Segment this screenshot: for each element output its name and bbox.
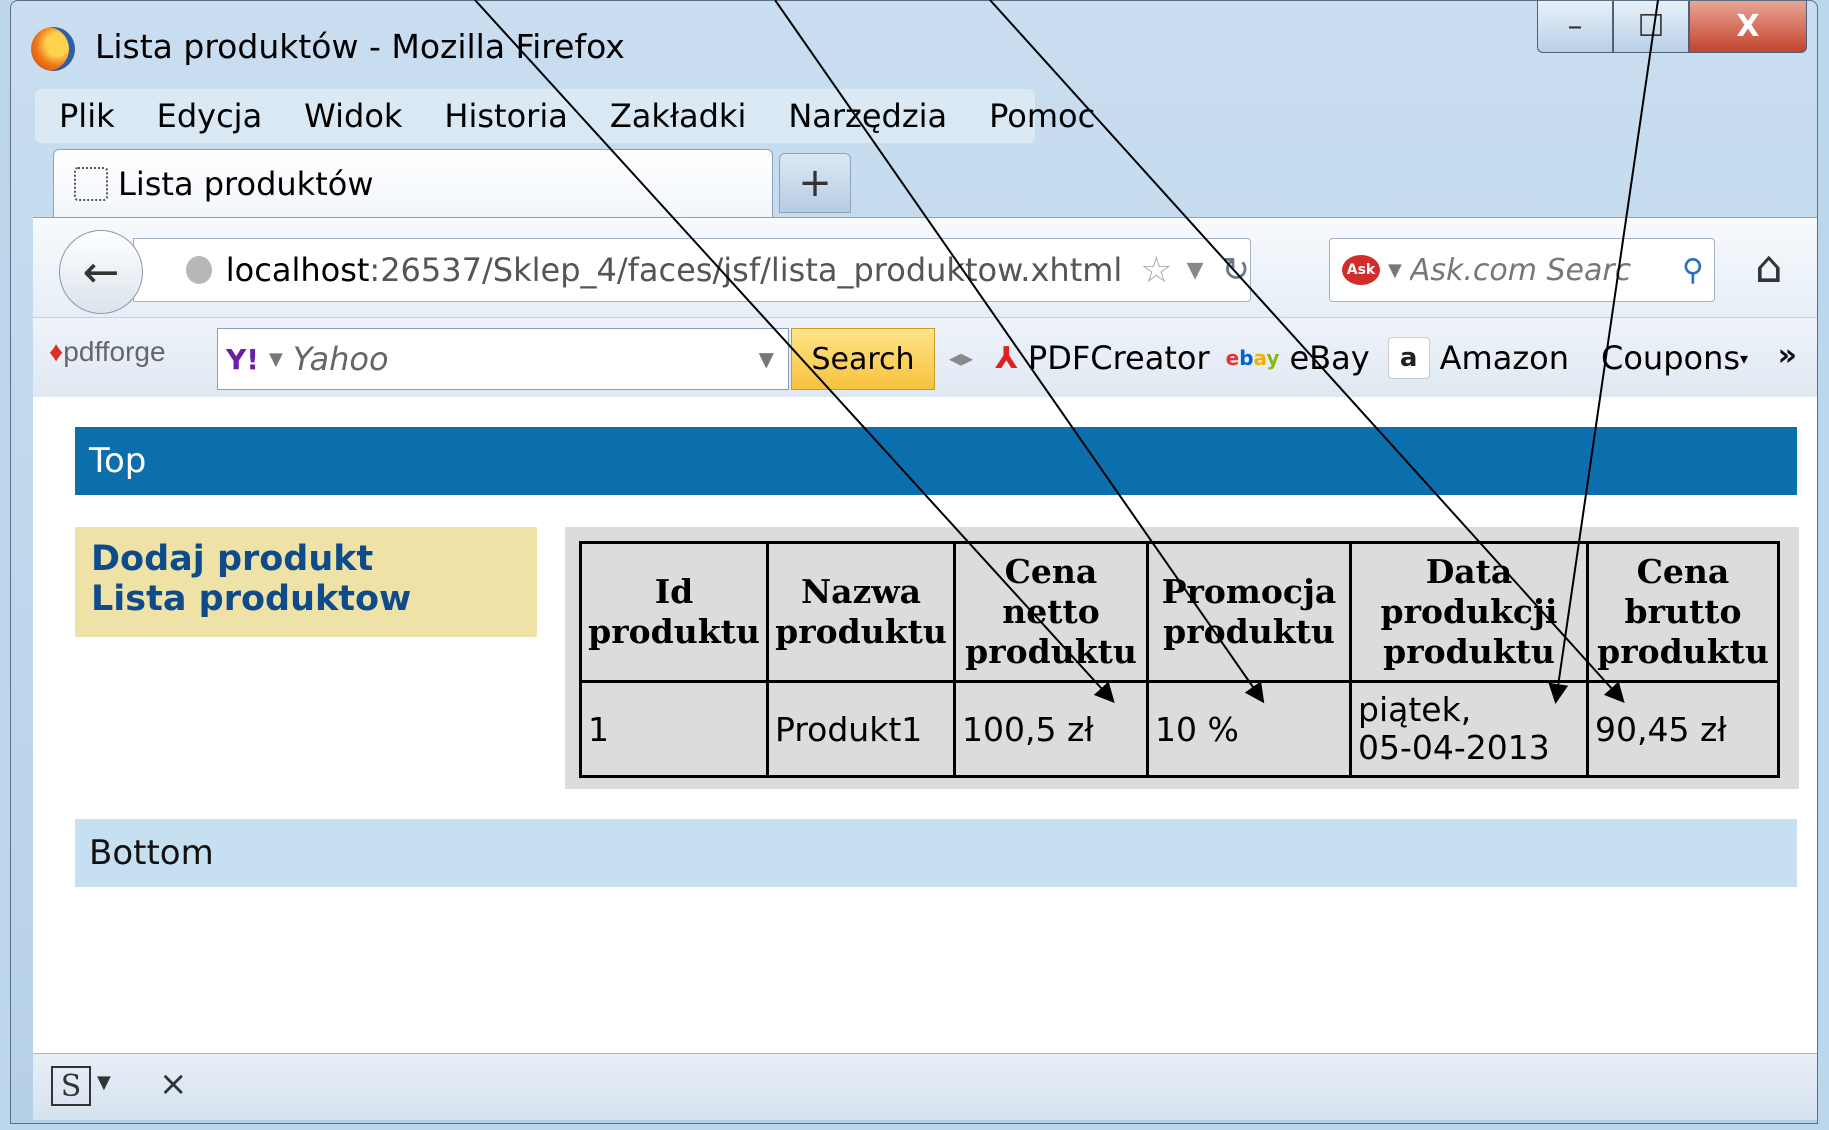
header-line: Nazwa	[800, 572, 922, 611]
home-icon[interactable]: ⌂	[1755, 242, 1783, 293]
close-button[interactable]: X	[1689, 1, 1807, 53]
header-line: netto	[1002, 592, 1100, 631]
pdfcreator-link[interactable]: PDFCreator	[1028, 339, 1210, 377]
separator-handle-icon: ◂▸	[949, 344, 974, 372]
navigation-bar: localhost:26537/Sklep_4/faces/jsf/lista_…	[33, 217, 1817, 318]
status-bar: S ▼ ×	[33, 1053, 1817, 1120]
search-box[interactable]: Ask ▼ Ask.com Searc ⚲	[1329, 238, 1715, 302]
header-line: produkcji	[1380, 592, 1558, 631]
search-engine-caret-icon[interactable]: ▼	[1388, 260, 1402, 281]
cell-net-price: 100,5 zł	[953, 680, 1149, 778]
page-content: Top Dodaj produkt Lista produktow Id prod…	[33, 397, 1817, 1053]
date-day: piątek,	[1358, 690, 1472, 729]
cell-promotion: 10 %	[1146, 680, 1352, 778]
top-band: Top	[75, 427, 1797, 495]
coupons-link[interactable]: Coupons	[1601, 339, 1740, 377]
ask-logo-icon[interactable]: Ask	[1342, 255, 1380, 285]
date-value: 05-04-2013	[1358, 728, 1550, 767]
tab-label: Lista produktów	[118, 164, 374, 203]
menu-narzedzia[interactable]: Narzędzia	[788, 97, 947, 135]
search-icon[interactable]: ⚲	[1682, 253, 1704, 288]
search-input[interactable]: Ask.com Searc	[1410, 253, 1682, 288]
page-icon	[74, 166, 108, 201]
header-line: produktu	[965, 632, 1137, 671]
amazon-link[interactable]: Amazon	[1440, 339, 1569, 377]
url-bar[interactable]: localhost:26537/Sklep_4/faces/jsf/lista_…	[133, 238, 1251, 302]
back-arrow-icon: ←	[82, 246, 120, 298]
coupons-caret-icon[interactable]: ▾	[1740, 349, 1748, 368]
header-net-price: Cena netto produktu	[953, 541, 1149, 683]
ebay-icon: ebay	[1225, 346, 1280, 370]
amazon-icon: a	[1387, 337, 1430, 379]
history-dropdown-icon[interactable]: ▼	[1187, 258, 1204, 283]
cell-name: Produkt1	[766, 680, 956, 778]
cell-production-date: piątek, 05-04-2013	[1349, 680, 1589, 778]
table-header-row: Id produktu Nazwa produktu Cena netto produk…	[579, 541, 1780, 683]
bottom-band: Bottom	[75, 819, 1797, 887]
header-line: produktu	[775, 612, 947, 651]
title-bar: Lista produktów - Mozilla Firefox – ☐ X	[11, 1, 1817, 93]
reload-icon[interactable]: ↻	[1222, 250, 1251, 290]
browser-window: Lista produktów - Mozilla Firefox – ☐ X …	[10, 0, 1818, 1124]
header-line: Id	[654, 572, 694, 611]
tab-lista-produktow[interactable]: Lista produktów	[53, 149, 773, 217]
cell-id: 1	[579, 680, 769, 778]
close-icon[interactable]: ×	[159, 1064, 188, 1104]
header-line: Data	[1425, 552, 1513, 591]
header-id: Id produktu	[579, 541, 769, 683]
yahoo-placeholder: Yahoo	[292, 340, 389, 378]
window-controls: – ☐ X	[1537, 1, 1807, 57]
bookmark-star-icon[interactable]: ☆	[1140, 250, 1172, 291]
product-list-link[interactable]: Lista produktow	[91, 579, 521, 619]
yahoo-search-input[interactable]: Y! ▼ Yahoo ▼	[217, 328, 789, 390]
product-table: Id produktu Nazwa produktu Cena netto produk…	[579, 541, 1780, 778]
menu-widok[interactable]: Widok	[304, 97, 402, 135]
menu-historia[interactable]: Historia	[444, 97, 567, 135]
header-line: brutto	[1624, 592, 1742, 631]
firefox-logo-icon	[31, 27, 75, 71]
yahoo-caret-icon[interactable]: ▼	[269, 349, 283, 370]
new-tab-button[interactable]: +	[779, 153, 851, 213]
toolbar-items: ◂▸ ⅄ PDFCreator ebay eBay a Amazon Coupo…	[949, 332, 1748, 384]
minimize-button[interactable]: –	[1537, 1, 1613, 53]
header-line: produktu	[1163, 612, 1335, 651]
add-product-link[interactable]: Dodaj produkt	[91, 539, 521, 579]
product-table-container: Id produktu Nazwa produktu Cena netto produk…	[565, 527, 1799, 789]
addon-s-icon[interactable]: S	[51, 1066, 91, 1106]
menu-pomoc[interactable]: Pomoc	[989, 97, 1095, 135]
maximize-button[interactable]: ☐	[1613, 1, 1689, 53]
menu-zakladki[interactable]: Zakładki	[610, 97, 747, 135]
header-line: Promocja	[1161, 572, 1337, 611]
side-menu: Dodaj produkt Lista produktow	[75, 527, 537, 637]
header-line: produktu	[588, 612, 760, 651]
menu-bar: Plik Edycja Widok Historia Zakładki Narz…	[35, 89, 1095, 143]
addon-caret-icon[interactable]: ▼	[97, 1072, 111, 1093]
header-gross-price: Cena brutto produktu	[1586, 541, 1780, 683]
pdfforge-logo[interactable]: ♦pdfforge	[49, 336, 166, 368]
dropdown-arrow-icon[interactable]: ▼	[759, 347, 774, 371]
url-host: localhost	[225, 251, 370, 289]
back-button[interactable]: ←	[59, 230, 143, 314]
header-line: Cena	[1636, 552, 1730, 591]
table-row: 1 Produkt1 100,5 zł 10 % piątek, 05-04-20…	[579, 680, 1780, 778]
pdfforge-logo-text: pdfforge	[63, 336, 166, 367]
header-line: produktu	[1383, 632, 1555, 671]
ebay-link[interactable]: eBay	[1289, 339, 1369, 377]
pdfforge-toolbar: ♦pdfforge Y! ▼ Yahoo ▼ Search ◂▸ ⅄ PDFCr…	[33, 317, 1817, 399]
header-promotion: Promocja produktu	[1146, 541, 1352, 683]
search-button[interactable]: Search	[791, 328, 935, 390]
yahoo-icon: Y!	[226, 342, 260, 376]
url-path: :26537/Sklep_4/faces/jsf/lista_produktow…	[369, 251, 1123, 289]
menu-plik[interactable]: Plik	[59, 97, 115, 135]
pdf-icon: ⅄	[995, 340, 1018, 376]
globe-icon	[186, 256, 212, 284]
header-line: produktu	[1597, 632, 1769, 671]
header-name: Nazwa produktu	[766, 541, 956, 683]
header-production-date: Data produkcji produktu	[1349, 541, 1589, 683]
window-title: Lista produktów - Mozilla Firefox	[95, 27, 625, 66]
toolbar-overflow-icon[interactable]: »	[1778, 338, 1797, 373]
menu-edycja[interactable]: Edycja	[157, 97, 263, 135]
cell-gross-price: 90,45 zł	[1586, 680, 1780, 778]
header-line: Cena	[1004, 552, 1098, 591]
